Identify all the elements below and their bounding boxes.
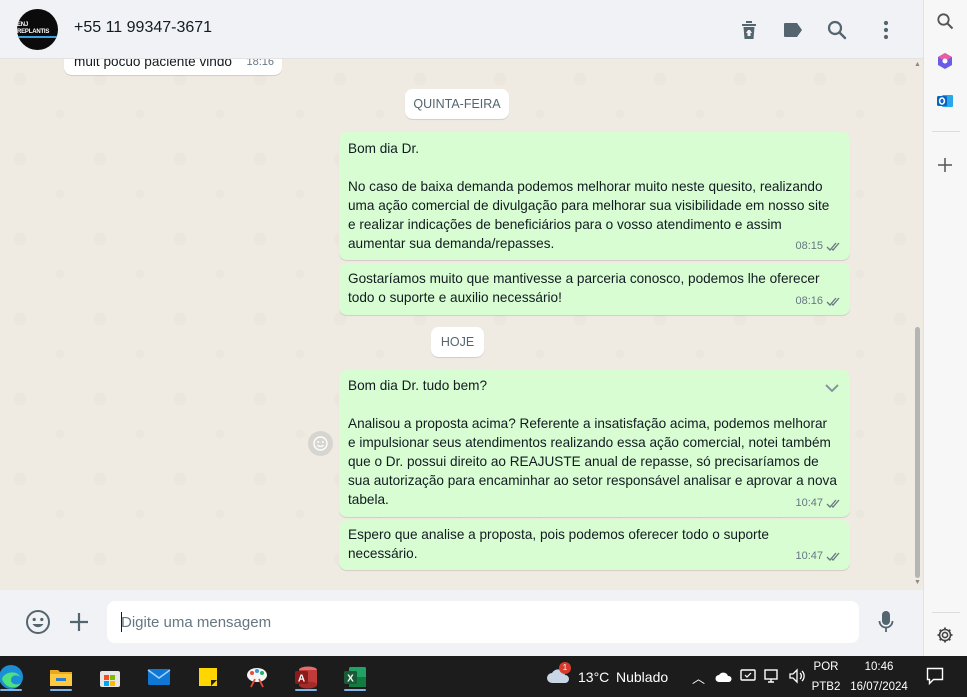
read-ticks-icon xyxy=(826,552,840,561)
notification-badge: 1 xyxy=(559,662,571,674)
message-time: 08:16 xyxy=(795,295,823,307)
message-input[interactable] xyxy=(107,601,859,643)
add-icon[interactable] xyxy=(934,154,956,176)
microsoft-store-icon[interactable] xyxy=(95,662,125,692)
read-ticks-icon xyxy=(826,242,840,251)
scroll-down-arrow-icon[interactable]: ▼ xyxy=(914,579,921,586)
snipping-tool-icon[interactable] xyxy=(242,662,272,692)
date-chip: HOJE xyxy=(431,327,484,357)
message-meta: 10:47 xyxy=(795,547,842,566)
clock[interactable]: 10:46 16/07/2024 xyxy=(848,659,910,695)
message-meta: 08:15 xyxy=(795,237,842,256)
avatar-logo: ENJ REPLANTIS xyxy=(17,22,58,38)
emoji-reaction-button[interactable] xyxy=(308,431,333,456)
date-chip: QUINTA-FEIRA xyxy=(405,89,509,119)
file-explorer-icon[interactable] xyxy=(46,662,76,692)
windows-taskbar: A X 1 13°C Nublado ︿ POR PTB2 10:46 16/0… xyxy=(0,656,967,697)
excel-icon[interactable]: X xyxy=(340,662,370,692)
message-time: 10:47 xyxy=(795,550,823,562)
message-incoming[interactable]: muit pocuo paciente vindo 18:16 xyxy=(64,59,282,75)
outlook-icon[interactable] xyxy=(934,90,956,112)
microphone-icon[interactable] xyxy=(872,608,900,636)
avatar[interactable]: ENJ REPLANTIS xyxy=(17,9,58,50)
language-line2: PTB2 xyxy=(811,681,841,693)
language-indicator[interactable]: POR PTB2 xyxy=(809,659,843,695)
clock-time: 10:46 xyxy=(864,661,894,673)
weather-condition[interactable]: Nublado xyxy=(616,669,668,685)
delete-icon[interactable] xyxy=(736,17,762,43)
read-ticks-icon xyxy=(826,499,840,508)
browser-sidebar xyxy=(923,0,967,656)
message-text: Gostaríamos muito que mantivesse a parce… xyxy=(348,271,824,305)
smiley-icon xyxy=(313,436,328,451)
notifications-icon[interactable] xyxy=(926,667,944,690)
message-text: Bom dia Dr. No caso de baixa demanda pod… xyxy=(348,141,830,251)
message-composer xyxy=(0,590,923,656)
attach-plus-icon[interactable] xyxy=(65,608,93,636)
active-app-indicator xyxy=(50,689,72,691)
message-meta: 08:16 xyxy=(795,292,842,311)
contact-name[interactable]: +55 11 99347-3671 xyxy=(74,19,212,37)
edge-icon[interactable] xyxy=(0,662,26,692)
message-outgoing[interactable]: Bom dia Dr. tudo bem? Analisou a propost… xyxy=(339,370,850,517)
display-icon[interactable] xyxy=(740,668,756,689)
weather-widget[interactable]: 1 xyxy=(546,662,571,687)
label-icon[interactable] xyxy=(780,17,806,43)
message-meta: 10:47 xyxy=(795,494,842,513)
message-time: 18:16 xyxy=(246,59,274,68)
network-icon[interactable] xyxy=(764,668,780,689)
language-line1: POR xyxy=(813,661,839,673)
message-text: Bom dia Dr. tudo bem? Analisou a propost… xyxy=(348,378,837,507)
sidebar-separator xyxy=(932,131,960,132)
message-time: 08:15 xyxy=(795,240,823,252)
svg-text:X: X xyxy=(347,674,354,685)
message-outgoing[interactable]: Gostaríamos muito que mantivesse a parce… xyxy=(339,263,850,315)
search-icon[interactable] xyxy=(934,10,956,32)
chevron-up-icon[interactable]: ︿ xyxy=(692,668,705,687)
message-text: Espero que analise a proposta, pois pode… xyxy=(348,527,773,561)
chat-header: ENJ REPLANTIS +55 11 99347-3671 xyxy=(0,0,923,59)
settings-icon[interactable] xyxy=(934,624,956,646)
scroll-up-arrow-icon[interactable]: ▲ xyxy=(914,61,921,68)
volume-icon[interactable] xyxy=(788,668,806,689)
message-time: 10:47 xyxy=(795,497,823,509)
text-caret xyxy=(121,612,122,632)
sticky-notes-icon[interactable] xyxy=(193,662,223,692)
message-text: muit pocuo paciente vindo xyxy=(74,59,232,69)
sidebar-separator xyxy=(932,612,960,613)
access-icon[interactable]: A xyxy=(291,662,321,692)
active-app-indicator xyxy=(295,689,317,691)
mail-icon[interactable] xyxy=(144,662,174,692)
active-app-indicator xyxy=(344,689,366,691)
weather-temperature[interactable]: 13°C xyxy=(578,669,609,685)
svg-text:A: A xyxy=(298,674,305,685)
clock-date: 16/07/2024 xyxy=(850,681,908,693)
read-ticks-icon xyxy=(826,297,840,306)
chat-scrollbar[interactable]: ▲ ▼ xyxy=(913,59,921,590)
message-outgoing[interactable]: Espero que analise a proposta, pois pode… xyxy=(339,520,850,570)
chat-area[interactable]: muit pocuo paciente vindo 18:16 QUINTA-F… xyxy=(0,59,923,590)
onedrive-cloud-icon[interactable] xyxy=(715,670,733,688)
search-icon[interactable] xyxy=(824,17,850,43)
copilot-icon[interactable] xyxy=(934,50,956,72)
scroll-thumb[interactable] xyxy=(915,327,920,578)
message-outgoing[interactable]: Bom dia Dr. No caso de baixa demanda pod… xyxy=(339,132,850,260)
active-app-indicator xyxy=(0,689,22,691)
emoji-icon[interactable] xyxy=(24,608,52,636)
chevron-down-icon[interactable] xyxy=(824,380,840,396)
menu-dots-icon[interactable] xyxy=(873,17,899,43)
